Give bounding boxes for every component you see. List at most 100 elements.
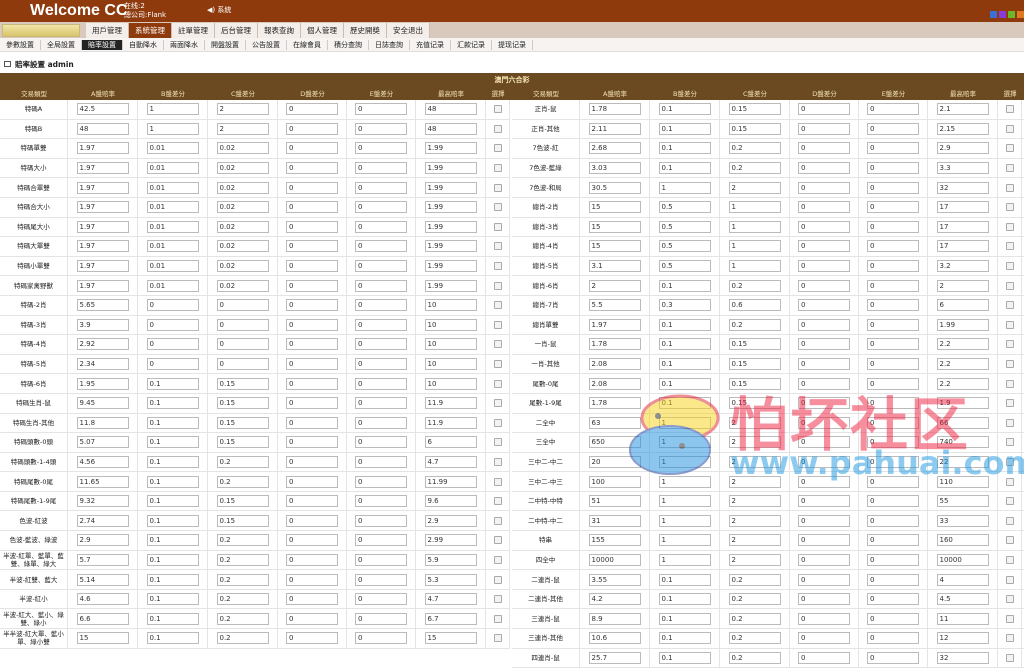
odds-input[interactable]: 0.2 — [728, 162, 781, 175]
odds-input[interactable]: 4.7 — [424, 455, 477, 468]
odds-input[interactable]: 0 — [867, 632, 919, 645]
select-checkbox[interactable] — [493, 144, 502, 153]
select-checkbox[interactable] — [493, 105, 502, 114]
odds-input[interactable]: 3.55 — [588, 573, 641, 586]
odds-input[interactable]: 0.01 — [146, 220, 199, 233]
odds-input[interactable]: 0.02 — [216, 260, 269, 273]
odds-input[interactable]: 1.99 — [424, 142, 477, 155]
odds-input[interactable]: 0 — [286, 514, 338, 527]
odds-input[interactable]: 6.6 — [76, 612, 129, 625]
select-checkbox[interactable] — [1005, 203, 1014, 212]
theme-swatch[interactable] — [1008, 11, 1015, 18]
odds-input[interactable]: 3.3 — [936, 162, 989, 175]
odds-input[interactable]: 0 — [355, 220, 407, 233]
select-checkbox[interactable] — [1005, 634, 1014, 643]
odds-input[interactable]: 0.02 — [216, 201, 269, 214]
odds-input[interactable]: 0.1 — [146, 553, 199, 566]
odds-input[interactable]: 0.2 — [728, 318, 781, 331]
subnav-item[interactable]: 兩面降水 — [164, 39, 205, 50]
odds-input[interactable]: 0.2 — [216, 593, 269, 606]
odds-input[interactable]: 0.1 — [146, 377, 199, 390]
odds-input[interactable]: 4.6 — [76, 593, 129, 606]
odds-input[interactable]: 2 — [728, 436, 781, 449]
select-checkbox[interactable] — [1005, 575, 1014, 584]
odds-input[interactable]: 0.1 — [658, 377, 711, 390]
odds-input[interactable]: 0 — [798, 553, 850, 566]
nav-item[interactable]: 用戶管理 — [86, 22, 129, 38]
odds-input[interactable]: 0 — [798, 299, 850, 312]
select-checkbox[interactable] — [493, 262, 502, 271]
odds-input[interactable]: 2 — [216, 103, 269, 116]
odds-input[interactable]: 0 — [286, 436, 338, 449]
odds-input[interactable]: 0 — [867, 162, 919, 175]
select-checkbox[interactable] — [493, 320, 502, 329]
select-checkbox[interactable] — [1005, 536, 1014, 545]
nav-item[interactable]: 個人管理 — [301, 22, 344, 38]
odds-input[interactable]: 2 — [728, 455, 781, 468]
odds-input[interactable]: 0 — [355, 632, 407, 645]
odds-input[interactable]: 740 — [936, 436, 989, 449]
select-checkbox[interactable] — [493, 301, 502, 310]
odds-input[interactable]: 0.01 — [146, 279, 199, 292]
select-checkbox[interactable] — [1005, 653, 1014, 662]
odds-input[interactable]: 0.15 — [728, 103, 781, 116]
odds-input[interactable]: 4.5 — [936, 593, 989, 606]
odds-input[interactable]: 17 — [936, 240, 989, 253]
sound-toggle[interactable]: ◀) 系統 — [207, 5, 231, 15]
odds-input[interactable]: 6 — [424, 436, 477, 449]
odds-input[interactable]: 0.15 — [216, 397, 269, 410]
odds-input[interactable]: 1.97 — [76, 201, 129, 214]
odds-input[interactable]: 10000 — [936, 553, 989, 566]
odds-input[interactable]: 1 — [728, 220, 781, 233]
odds-input[interactable]: 0 — [355, 299, 407, 312]
select-checkbox[interactable] — [1005, 457, 1014, 466]
odds-input[interactable]: 0 — [286, 612, 338, 625]
odds-input[interactable]: 0 — [798, 142, 850, 155]
odds-input[interactable]: 5.3 — [424, 573, 477, 586]
odds-input[interactable]: 0 — [798, 455, 850, 468]
odds-input[interactable]: 2 — [588, 279, 641, 292]
odds-input[interactable]: 0 — [798, 338, 850, 351]
odds-input[interactable]: 0.1 — [146, 573, 199, 586]
odds-input[interactable]: 0.15 — [216, 495, 269, 508]
nav-item[interactable]: 安全退出 — [387, 22, 430, 38]
select-checkbox[interactable] — [493, 222, 502, 231]
odds-input[interactable]: 0.01 — [146, 240, 199, 253]
odds-input[interactable]: 0 — [798, 593, 850, 606]
odds-input[interactable]: 2.34 — [76, 358, 129, 371]
odds-input[interactable]: 0 — [286, 338, 338, 351]
select-checkbox[interactable] — [493, 497, 502, 506]
odds-input[interactable]: 5.5 — [588, 299, 641, 312]
odds-input[interactable]: 0 — [798, 240, 850, 253]
odds-input[interactable]: 11.8 — [76, 416, 129, 429]
odds-input[interactable]: 0 — [867, 416, 919, 429]
odds-input[interactable]: 0 — [867, 651, 919, 664]
odds-input[interactable]: 0.1 — [146, 455, 199, 468]
odds-input[interactable]: 0.1 — [658, 318, 711, 331]
odds-input[interactable]: 1.99 — [424, 279, 477, 292]
odds-input[interactable]: 0.5 — [658, 201, 711, 214]
odds-input[interactable]: 0 — [286, 416, 338, 429]
odds-input[interactable]: 4.2 — [588, 593, 641, 606]
odds-input[interactable]: 1 — [728, 240, 781, 253]
odds-input[interactable]: 0 — [355, 240, 407, 253]
odds-input[interactable]: 0 — [798, 495, 850, 508]
odds-input[interactable]: 0 — [867, 299, 919, 312]
odds-input[interactable]: 0 — [798, 162, 850, 175]
odds-input[interactable]: 0 — [867, 436, 919, 449]
select-checkbox[interactable] — [493, 634, 502, 643]
odds-input[interactable]: 0 — [867, 553, 919, 566]
odds-input[interactable]: 0 — [867, 318, 919, 331]
odds-input[interactable]: 0.2 — [728, 651, 781, 664]
odds-input[interactable]: 0.5 — [658, 220, 711, 233]
select-checkbox[interactable] — [493, 340, 502, 349]
odds-input[interactable]: 0 — [355, 416, 407, 429]
select-checkbox[interactable] — [493, 379, 502, 388]
odds-input[interactable]: 4 — [936, 573, 989, 586]
odds-input[interactable]: 10 — [424, 338, 477, 351]
odds-input[interactable]: 0 — [798, 534, 850, 547]
odds-input[interactable]: 0.2 — [728, 593, 781, 606]
odds-input[interactable]: 0.15 — [728, 338, 781, 351]
odds-input[interactable]: 1 — [728, 260, 781, 273]
odds-input[interactable]: 1.95 — [76, 377, 129, 390]
